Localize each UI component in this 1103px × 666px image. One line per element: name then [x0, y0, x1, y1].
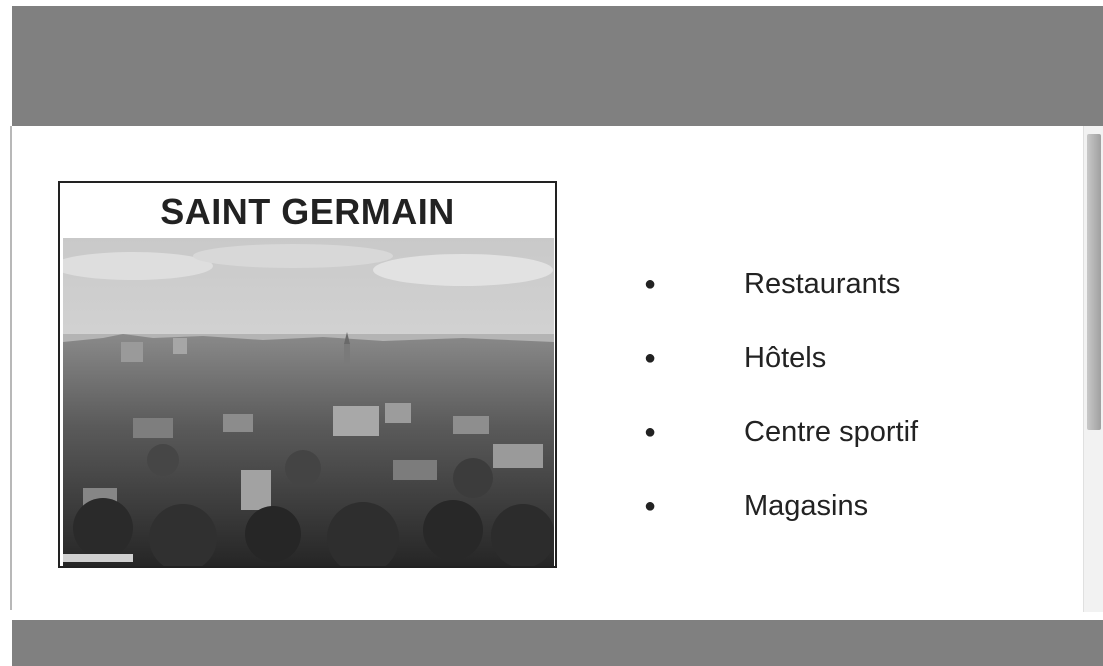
left-border	[10, 126, 12, 610]
feature-label: Magasins	[744, 490, 869, 522]
header-band	[12, 6, 1103, 126]
list-item: ● Magasins	[640, 484, 918, 558]
photo-title: SAINT GERMAIN	[160, 191, 455, 232]
bullet-icon: ●	[644, 347, 657, 369]
photo-card: SAINT GERMAIN	[58, 181, 557, 568]
list-item: ● Hôtels	[640, 336, 918, 410]
bullet-icon: ●	[644, 495, 657, 517]
city-panorama-illustration	[63, 238, 554, 566]
page: SAINT GERMAIN ● Restaurants ● Hôtels ● C…	[0, 0, 1103, 666]
bullet-icon: ●	[644, 421, 657, 443]
city-panorama-image	[63, 238, 554, 566]
feature-label: Hôtels	[744, 342, 827, 374]
scrollbar-thumb[interactable]	[1087, 134, 1101, 430]
feature-list: ● Restaurants ● Hôtels ● Centre sportif …	[640, 262, 918, 558]
feature-label: Restaurants	[744, 268, 901, 300]
feature-label: Centre sportif	[744, 416, 919, 448]
footer-band	[12, 620, 1103, 666]
bullet-icon: ●	[644, 273, 657, 295]
list-item: ● Restaurants	[640, 262, 918, 336]
vertical-scrollbar[interactable]	[1083, 126, 1103, 612]
list-item: ● Centre sportif	[640, 410, 918, 484]
